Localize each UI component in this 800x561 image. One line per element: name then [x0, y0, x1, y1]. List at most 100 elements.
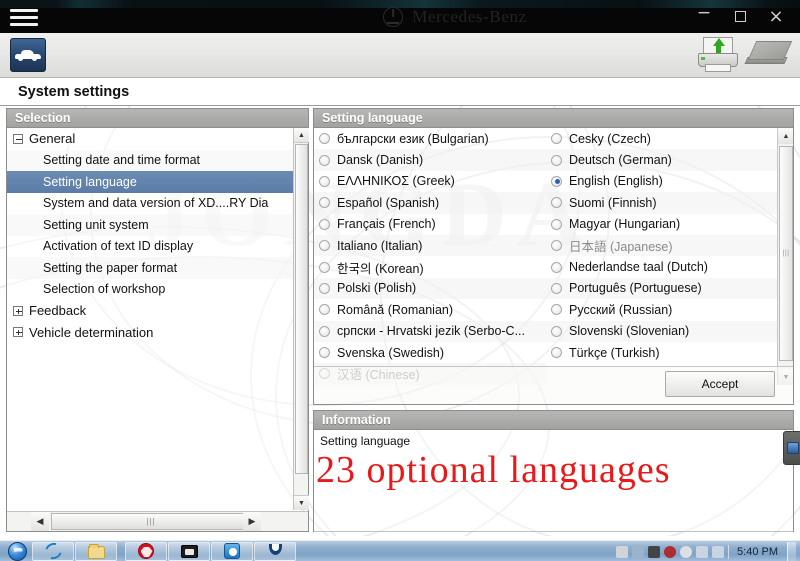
selection-horizontal-scrollbar[interactable]: ◀ ||| ▶ — [7, 511, 308, 531]
radio-icon[interactable] — [551, 133, 562, 145]
radio-icon[interactable] — [551, 325, 562, 337]
radio-icon[interactable] — [551, 347, 562, 359]
language-option-hungarian[interactable]: Magyar (Hungarian) — [546, 214, 778, 235]
tray-icon-2[interactable] — [632, 545, 645, 558]
radio-icon[interactable] — [551, 197, 562, 209]
taskbar-item-explorer[interactable] — [75, 541, 117, 561]
vehicle-icon[interactable] — [10, 38, 46, 72]
taskbar-item-internet-explorer[interactable] — [32, 539, 74, 561]
tree-item-selection-workshop[interactable]: Selection of workshop — [7, 279, 308, 301]
scroll-left-arrow-icon[interactable]: ◀ — [31, 512, 49, 531]
language-option-romanian[interactable]: Română (Romanian) — [314, 299, 546, 320]
language-option-english[interactable]: English (English) — [546, 171, 778, 192]
tray-icon-5[interactable] — [680, 545, 693, 558]
collapse-toggle-icon[interactable] — [13, 133, 23, 144]
information-line: Setting language — [320, 434, 411, 448]
tree-item-feedback[interactable]: Feedback — [7, 300, 308, 322]
taskbar-item-cup-app[interactable] — [254, 541, 296, 561]
language-option-portuguese[interactable]: Português (Portuguese) — [546, 277, 778, 300]
language-option-korean[interactable]: 한국의 (Korean) — [314, 256, 546, 277]
language-option-greek[interactable]: ΕΛΛΗΝΙΚΟΣ (Greek) — [314, 171, 546, 192]
tray-separator — [728, 544, 730, 559]
language-option-japanese[interactable]: 日本語 (Japanese) — [546, 234, 778, 257]
radio-icon[interactable] — [319, 304, 330, 316]
radio-icon[interactable] — [319, 218, 330, 230]
scroll-thumb[interactable]: ||| — [779, 146, 793, 361]
close-button[interactable]: × — [758, 0, 794, 33]
language-label: Türkçe (Turkish) — [569, 345, 660, 360]
radio-icon[interactable] — [319, 240, 330, 252]
tree-item-unit-system[interactable]: Setting unit system — [7, 214, 308, 236]
radio-icon[interactable] — [319, 261, 330, 273]
tree-item-text-id-display[interactable]: Activation of text ID display — [7, 236, 308, 258]
hscroll-thumb[interactable]: ||| — [51, 513, 251, 530]
manual-icon[interactable] — [744, 41, 793, 71]
language-option-czech[interactable]: Cesky (Czech) — [546, 128, 778, 149]
language-label: ΕΛΛΗΝΙΚΟΣ (Greek) — [337, 174, 455, 189]
print-icon[interactable] — [696, 36, 740, 76]
radio-icon[interactable] — [319, 133, 330, 145]
accept-button[interactable]: Accept — [665, 371, 775, 397]
taskbar-item-device[interactable] — [168, 541, 210, 561]
radio-icon[interactable] — [551, 282, 562, 294]
language-option-polish[interactable]: Polski (Polish) — [314, 277, 546, 300]
language-option-spanish[interactable]: Español (Spanish) — [314, 192, 546, 214]
tray-icon-1[interactable] — [616, 545, 629, 558]
language-option-slovenian[interactable]: Slovenski (Slovenian) — [546, 320, 778, 342]
scroll-up-arrow-icon[interactable]: ▲ — [778, 128, 793, 144]
tray-icon-network[interactable] — [696, 545, 709, 558]
language-option-swedish[interactable]: Svenska (Swedish) — [314, 342, 546, 363]
expand-toggle-icon[interactable] — [13, 327, 23, 338]
radio-icon[interactable] — [319, 282, 330, 294]
side-tab-handle[interactable] — [783, 431, 800, 465]
tray-icon-4[interactable] — [664, 545, 677, 558]
expand-toggle-icon[interactable] — [13, 305, 23, 316]
scroll-down-arrow-icon[interactable]: ▼ — [294, 495, 309, 510]
scroll-right-arrow-icon[interactable]: ▶ — [243, 512, 261, 531]
language-option-french[interactable]: Français (French) — [314, 214, 546, 235]
language-option-finnish[interactable]: Suomi (Finnish) — [546, 192, 778, 214]
information-panel-header: Information — [314, 411, 793, 430]
start-button[interactable] — [3, 541, 31, 561]
radio-icon[interactable] — [551, 218, 562, 230]
tree-item-vehicle-determination[interactable]: Vehicle determination — [7, 322, 308, 344]
radio-icon[interactable] — [319, 154, 330, 166]
scroll-up-arrow-icon[interactable]: ▲ — [294, 128, 309, 143]
taskbar-item-security[interactable] — [125, 541, 167, 561]
radio-icon[interactable] — [319, 197, 330, 209]
selection-vertical-scrollbar[interactable]: ▲ ▼ — [293, 128, 309, 510]
tree-item-setting-language[interactable]: Setting language — [7, 171, 308, 193]
taskbar-item-blue-app[interactable] — [211, 541, 253, 561]
scroll-thumb[interactable] — [295, 144, 308, 474]
language-vertical-scrollbar[interactable]: ▲ ||| ▼ — [777, 128, 793, 385]
radio-icon[interactable] — [551, 154, 562, 166]
language-option-german[interactable]: Deutsch (German) — [546, 149, 778, 171]
language-option-turkish[interactable]: Türkçe (Turkish) — [546, 342, 778, 363]
tree-item-system-data-version[interactable]: System and data version of XD....RY Dia — [7, 193, 308, 215]
language-option-dutch[interactable]: Nederlandse taal (Dutch) — [546, 256, 778, 277]
hamburger-menu-icon[interactable] — [10, 9, 38, 26]
tree-item-paper-format[interactable]: Setting the paper format — [7, 257, 308, 279]
radio-icon[interactable] — [551, 304, 562, 316]
language-option-serbo-croatian[interactable]: српски - Hrvatski jezik (Serbo-C... — [314, 320, 546, 342]
language-option-bulgarian[interactable]: български език (Bulgarian) — [314, 128, 546, 149]
minimize-button[interactable]: − — [686, 0, 722, 33]
language-option-danish[interactable]: Dansk (Danish) — [314, 149, 546, 171]
tray-icon-3[interactable] — [648, 545, 661, 558]
tree-item-date-time-format[interactable]: Setting date and time format — [7, 149, 308, 171]
selection-panel-header: Selection — [7, 109, 308, 128]
radio-icon[interactable] — [319, 347, 330, 359]
show-desktop-button[interactable] — [787, 542, 796, 561]
tree-item-general[interactable]: General — [7, 128, 308, 150]
radio-icon[interactable] — [551, 261, 562, 273]
maximize-button[interactable] — [722, 0, 758, 33]
radio-icon[interactable] — [551, 240, 562, 252]
language-label: Nederlandse taal (Dutch) — [569, 260, 708, 275]
clock[interactable]: 5:40 PM — [737, 546, 778, 558]
language-option-italian[interactable]: Italiano (Italian) — [314, 234, 546, 257]
radio-icon[interactable] — [319, 325, 330, 337]
radio-icon[interactable] — [319, 175, 330, 187]
tray-icon-volume[interactable] — [712, 545, 725, 558]
radio-icon-selected[interactable] — [551, 175, 562, 187]
language-option-russian[interactable]: Русский (Russian) — [546, 299, 778, 320]
